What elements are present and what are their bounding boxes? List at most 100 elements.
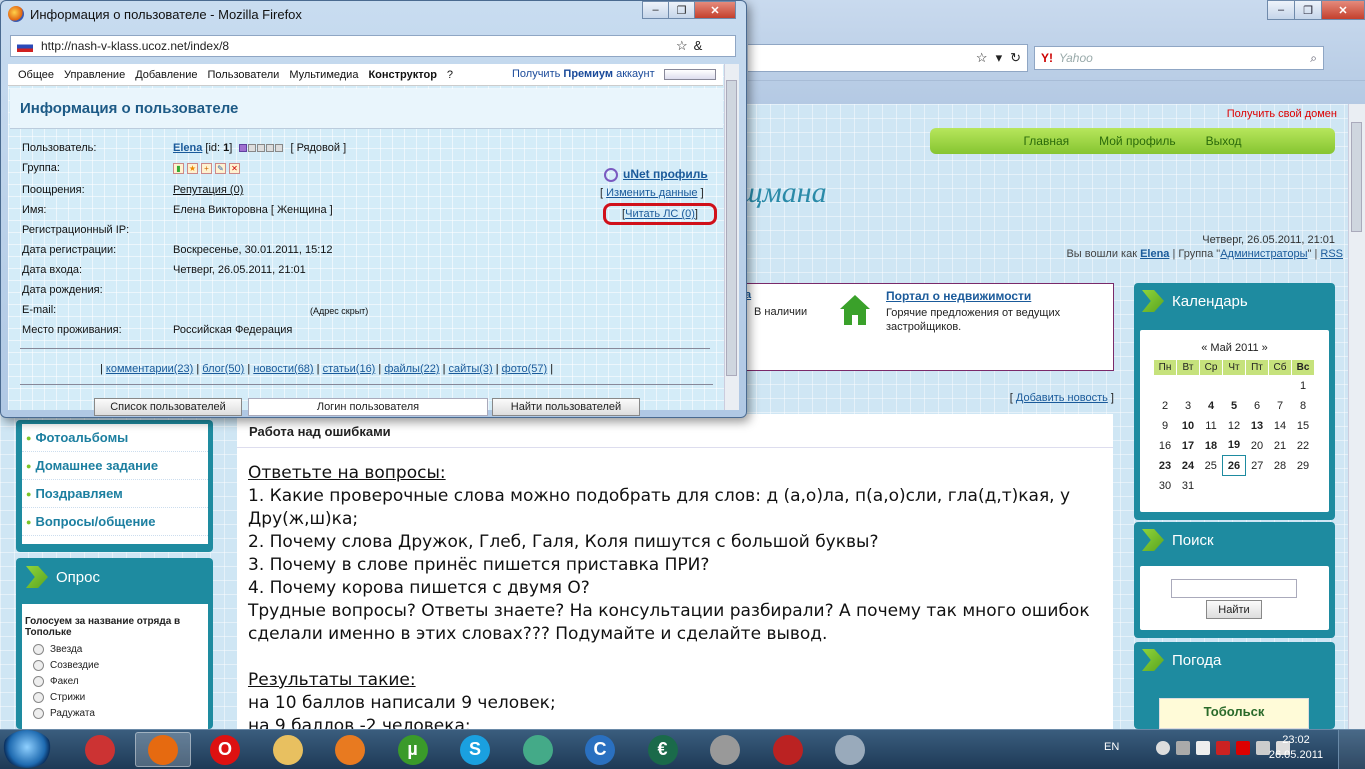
taskbar-app[interactable]: O xyxy=(197,732,253,767)
radio-icon[interactable] xyxy=(33,691,44,703)
reload-icon[interactable]: ↻ xyxy=(1010,50,1021,66)
menu-profile[interactable]: Мой профиль xyxy=(1099,134,1176,148)
ucoz-menu-item[interactable]: Конструктор xyxy=(368,69,436,81)
ampersand-icon[interactable]: & xyxy=(694,38,703,54)
calendar-day[interactable]: 11 xyxy=(1200,416,1223,436)
calendar-day[interactable]: 6 xyxy=(1246,396,1269,416)
dropdown-icon[interactable]: ▾ xyxy=(996,50,1003,66)
calendar-day[interactable]: 31 xyxy=(1177,476,1200,496)
poll-option[interactable]: Радужата xyxy=(25,705,205,721)
user-login-input[interactable]: Логин пользователя xyxy=(248,398,488,416)
language-indicator[interactable]: EN xyxy=(1104,741,1119,753)
login-user-link[interactable]: Elena xyxy=(1140,248,1169,260)
plus-icon[interactable]: + xyxy=(201,163,212,174)
start-button[interactable] xyxy=(2,730,52,768)
calendar-day[interactable]: 17 xyxy=(1177,436,1200,456)
taskbar-app[interactable] xyxy=(697,732,753,767)
menu-logout[interactable]: Выход xyxy=(1206,134,1242,148)
calendar-day[interactable]: 24 xyxy=(1177,456,1200,476)
taskbar-app[interactable] xyxy=(822,732,878,767)
maximize-button[interactable]: ❐ xyxy=(1294,0,1322,20)
login-group-link[interactable]: Администраторы xyxy=(1220,248,1307,260)
tray-alert-icon[interactable] xyxy=(1216,741,1230,755)
poll-option[interactable]: Созвездие xyxy=(25,657,205,673)
ucoz-menu-item[interactable]: Мультимедиа xyxy=(289,69,358,81)
minimize-button[interactable]: – xyxy=(1267,0,1295,20)
ucoz-menu-item[interactable]: ? xyxy=(447,69,453,81)
find-users-button[interactable]: Найти пользователей xyxy=(492,398,640,416)
ucoz-menu-item[interactable]: Общее xyxy=(18,69,54,81)
calendar-day[interactable]: 14 xyxy=(1269,416,1292,436)
ad2-title-link[interactable]: Портал о недвижимости xyxy=(886,289,1031,303)
reputation-link[interactable]: Репутация (0) xyxy=(173,184,243,196)
tray-app-icon[interactable] xyxy=(1176,741,1190,755)
yahoo-search-input[interactable]: Y! Yahoo ⌕ xyxy=(1034,46,1324,70)
taskbar-app[interactable] xyxy=(760,732,816,767)
left-menu-item[interactable]: Вопросы/общение xyxy=(22,508,208,536)
rss-link[interactable]: RSS xyxy=(1320,248,1343,260)
left-menu-item[interactable]: Поздравляем xyxy=(22,480,208,508)
left-menu-item[interactable]: Фотоальбомы xyxy=(22,424,208,452)
close-button[interactable]: ✕ xyxy=(1321,0,1365,20)
stat-link[interactable]: новости(68) xyxy=(253,363,313,375)
calendar-day[interactable]: 7 xyxy=(1269,396,1292,416)
maximize-button[interactable]: ❐ xyxy=(668,1,695,19)
calendar-month[interactable]: « Май 2011 » xyxy=(1140,342,1329,354)
unet-profile[interactable]: uNet профиль xyxy=(604,167,708,182)
poll-option[interactable]: Стрижи xyxy=(25,689,205,705)
user-list-button[interactable]: Список пользователей xyxy=(94,398,242,416)
calendar-day[interactable]: 22 xyxy=(1292,436,1315,456)
taskbar-app[interactable] xyxy=(134,732,191,767)
network-icon[interactable] xyxy=(1196,741,1210,755)
popup-url-bar[interactable]: http://nash-v-klass.ucoz.net/index/8 xyxy=(10,35,736,57)
calendar-day[interactable]: 13 xyxy=(1246,416,1269,436)
clock[interactable]: 23:02 26.05.2011 xyxy=(1264,733,1328,763)
ucoz-menu-item[interactable]: Добавление xyxy=(135,69,197,81)
delete-icon[interactable]: ✕ xyxy=(229,163,240,174)
premium-link[interactable]: Получить Премиум аккаунт xyxy=(512,68,655,80)
star-icon[interactable]: ☆ xyxy=(676,38,688,54)
popup-scroll-thumb[interactable] xyxy=(726,80,737,376)
calendar-day[interactable]: 3 xyxy=(1177,396,1200,416)
calendar-day[interactable]: 19 xyxy=(1223,436,1246,456)
edit-data-link[interactable]: Изменить данные xyxy=(606,187,697,199)
taskbar-app[interactable]: S xyxy=(447,732,503,767)
stat-link[interactable]: блог(50) xyxy=(202,363,244,375)
radio-icon[interactable] xyxy=(33,659,44,671)
poll-option[interactable]: Факел xyxy=(25,673,205,689)
calendar-day[interactable]: 28 xyxy=(1269,456,1292,476)
calendar-day[interactable]: 5 xyxy=(1223,396,1246,416)
site-search-input[interactable] xyxy=(1171,579,1297,598)
menu-home[interactable]: Главная xyxy=(1023,134,1069,148)
edit-icon[interactable]: ✎ xyxy=(215,163,226,174)
stat-link[interactable]: файлы(22) xyxy=(384,363,439,375)
stat-link[interactable]: фото(57) xyxy=(502,363,548,375)
ati-icon[interactable] xyxy=(1236,741,1250,755)
stat-link[interactable]: статьи(16) xyxy=(323,363,376,375)
calendar-day[interactable]: 21 xyxy=(1269,436,1292,456)
background-url-tail[interactable]: ☆ ▾ ↻ xyxy=(748,44,1028,72)
calendar-day[interactable]: 4 xyxy=(1200,396,1223,416)
taskbar-app[interactable] xyxy=(510,732,566,767)
background-scroll-thumb[interactable] xyxy=(1351,122,1362,232)
calendar-day[interactable]: 26 xyxy=(1222,455,1246,476)
close-button[interactable]: ✕ xyxy=(694,1,736,19)
ucoz-menu-item[interactable]: Управление xyxy=(64,69,125,81)
calendar-day[interactable]: 30 xyxy=(1154,476,1177,496)
taskbar-app[interactable] xyxy=(72,732,128,767)
calendar-day[interactable]: 29 xyxy=(1292,456,1315,476)
poll-option[interactable]: Звезда xyxy=(25,641,205,657)
radio-icon[interactable] xyxy=(33,707,44,719)
calendar-day[interactable]: 2 xyxy=(1154,396,1177,416)
left-menu-item[interactable]: Домашнее задание xyxy=(22,452,208,480)
site-search-button[interactable]: Найти xyxy=(1206,600,1262,619)
calendar-day[interactable]: 15 xyxy=(1292,416,1315,436)
taskbar-app[interactable]: C xyxy=(572,732,628,767)
get-domain-link[interactable]: Получить свой домен xyxy=(1227,108,1337,120)
calendar-day[interactable]: 1 xyxy=(1292,376,1315,396)
star-icon[interactable]: ★ xyxy=(187,163,198,174)
search-icon[interactable]: ⌕ xyxy=(1310,51,1317,66)
show-desktop-button[interactable] xyxy=(1338,730,1365,769)
admin-bar-slider[interactable] xyxy=(664,69,716,80)
taskbar-app[interactable] xyxy=(322,732,378,767)
